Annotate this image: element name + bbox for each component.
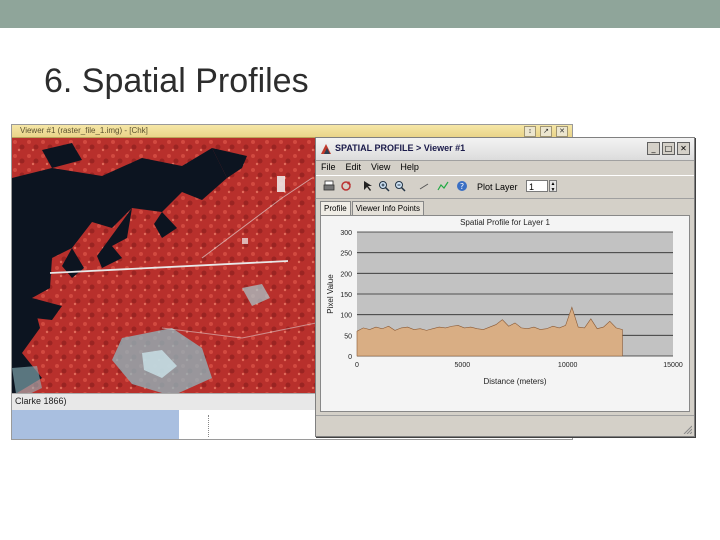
plot-layer-label: Plot Layer bbox=[477, 182, 518, 192]
close-button[interactable]: ✕ bbox=[677, 142, 690, 155]
x-tick-label: 0 bbox=[355, 362, 359, 369]
viewer-resize-button[interactable]: ↕ bbox=[524, 126, 536, 137]
chart-title: Spatial Profile for Layer 1 bbox=[460, 218, 550, 227]
tab-profile[interactable]: Profile bbox=[320, 201, 351, 215]
spatial-profile-chart: Spatial Profile for Layer 1 0 50 100 150 200… bbox=[326, 218, 683, 386]
select-arrow-icon[interactable] bbox=[362, 180, 374, 192]
viewer-status-text: Clarke 1866) bbox=[15, 396, 67, 406]
app-icon bbox=[321, 144, 331, 154]
slide-top-bar bbox=[0, 0, 720, 28]
viewer-title: Viewer #1 (raster_file_1.img) - [Chk] bbox=[20, 126, 148, 135]
viewer-taskbar-left bbox=[12, 410, 179, 439]
refresh-icon[interactable] bbox=[340, 180, 352, 192]
profile-titlebar[interactable]: SPATIAL PROFILE > Viewer #1 _ □ ✕ bbox=[316, 138, 694, 161]
viewer-maximize-button[interactable]: ↗ bbox=[540, 126, 552, 137]
profile-status-bar bbox=[316, 415, 694, 436]
tab-bar: Profile Viewer Info Points bbox=[320, 201, 425, 215]
profile-panel: Spatial Profile for Layer 1 0 50 100 150 200… bbox=[320, 215, 690, 412]
y-axis-label: Pixel Value bbox=[326, 274, 335, 314]
y-tick-label: 150 bbox=[340, 292, 352, 299]
y-tick-label: 0 bbox=[348, 354, 352, 361]
menu-view[interactable]: View bbox=[371, 161, 390, 174]
help-icon[interactable]: ? bbox=[456, 180, 468, 192]
plot-layer-spinner[interactable]: ▲ ▼ bbox=[549, 180, 557, 193]
y-tick-label: 50 bbox=[344, 333, 352, 340]
x-tick-label: 5000 bbox=[455, 362, 471, 369]
polyline-icon[interactable] bbox=[437, 180, 449, 192]
resize-grip-icon[interactable] bbox=[682, 424, 692, 434]
satellite-image[interactable] bbox=[12, 138, 316, 406]
slide-title: 6. Spatial Profiles bbox=[44, 62, 309, 100]
menu-file[interactable]: File bbox=[321, 161, 336, 174]
menu-help[interactable]: Help bbox=[400, 161, 419, 174]
minimize-button[interactable]: _ bbox=[647, 142, 660, 155]
tab-viewer-info-points[interactable]: Viewer Info Points bbox=[351, 201, 425, 215]
y-tick-label: 200 bbox=[340, 271, 352, 278]
maximize-button[interactable]: □ bbox=[662, 142, 675, 155]
profile-title: SPATIAL PROFILE > Viewer #1 bbox=[335, 143, 466, 153]
y-tick-label: 100 bbox=[340, 313, 352, 320]
x-axis-label: Distance (meters) bbox=[483, 377, 546, 386]
plot-layer-input[interactable]: 1 bbox=[526, 180, 548, 192]
zoom-in-icon[interactable] bbox=[378, 180, 390, 192]
spatial-profile-window: SPATIAL PROFILE > Viewer #1 _ □ ✕ File E… bbox=[315, 137, 695, 437]
line-tool-icon[interactable] bbox=[418, 180, 430, 192]
menu-bar: File Edit View Help bbox=[316, 161, 694, 174]
viewer-separator bbox=[208, 415, 210, 437]
y-tick-label: 250 bbox=[340, 251, 352, 258]
x-tick-label: 10000 bbox=[558, 362, 578, 369]
x-tick-label: 15000 bbox=[663, 362, 683, 369]
toolbar: ? Plot Layer 1 ▲ ▼ bbox=[316, 175, 694, 199]
menu-edit[interactable]: Edit bbox=[346, 161, 362, 174]
y-tick-label: 300 bbox=[340, 230, 352, 237]
viewer-close-button[interactable]: ✕ bbox=[556, 126, 568, 137]
print-icon[interactable] bbox=[323, 180, 335, 192]
zoom-out-icon[interactable] bbox=[394, 180, 406, 192]
svg-text:?: ? bbox=[460, 182, 464, 191]
